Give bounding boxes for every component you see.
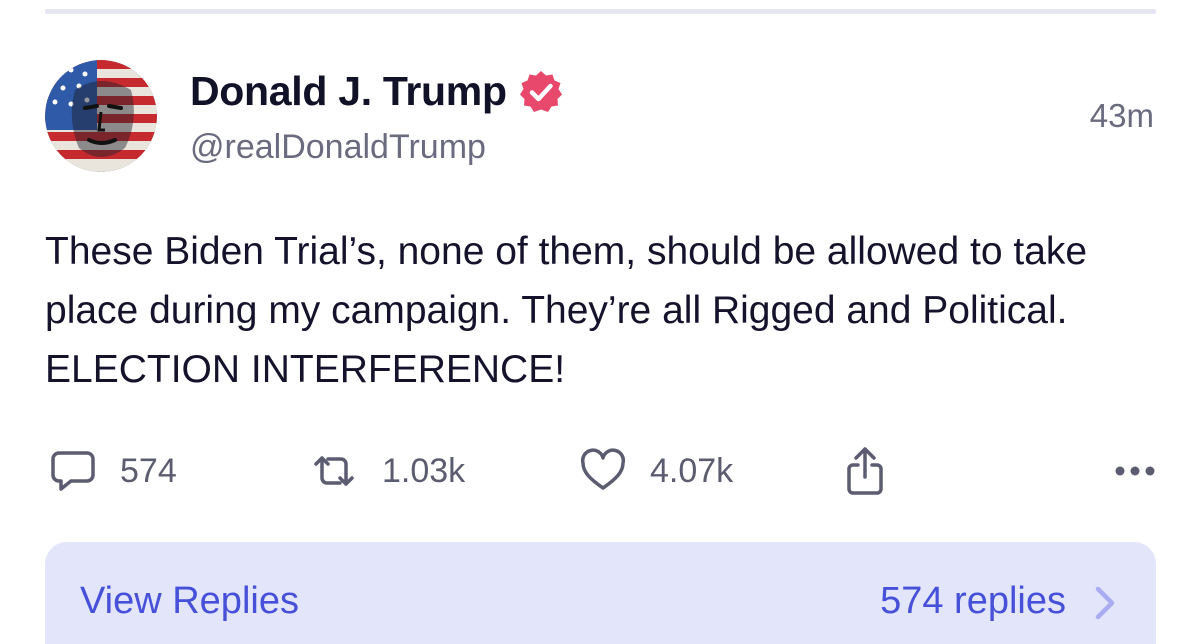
post-text: These Biden Trial’s, none of them, shoul… <box>45 230 1088 391</box>
view-replies-bar[interactable]: View Replies 574 replies <box>45 542 1156 644</box>
share-upload-icon <box>847 447 883 495</box>
speech-bubble-icon <box>51 451 95 491</box>
like-button[interactable]: 4.07k <box>580 440 733 502</box>
chevron-right-icon <box>1095 586 1115 620</box>
view-replies-label: View Replies <box>80 580 299 622</box>
post-timestamp: 43m <box>1089 97 1154 134</box>
more-options-button[interactable] <box>1114 440 1156 502</box>
repost-arrows-icon <box>314 456 354 486</box>
top-divider <box>45 9 1156 14</box>
avatar[interactable] <box>45 60 157 172</box>
heart-icon <box>580 448 626 490</box>
reply-button[interactable]: 574 <box>50 440 177 502</box>
post-screen: Donald J. Trump @realDonaldTrump 43m The… <box>0 0 1200 644</box>
like-count: 4.07k <box>650 451 734 490</box>
view-replies-count: 574 replies <box>880 580 1066 622</box>
author-name-row[interactable]: Donald J. Trump <box>190 68 563 115</box>
avatar-image <box>45 60 157 172</box>
reply-count: 574 <box>120 451 177 490</box>
author-handle[interactable]: @realDonaldTrump <box>190 128 486 167</box>
repost-button[interactable]: 1.03k <box>310 440 465 502</box>
action-bar: 574 1.03k 4.07k <box>45 440 1156 502</box>
repost-count: 1.03k <box>382 451 466 490</box>
ellipsis-icon <box>1115 466 1155 476</box>
share-button[interactable] <box>845 440 885 502</box>
author-display-name[interactable]: Donald J. Trump <box>190 68 507 115</box>
verified-badge-icon <box>519 70 562 112</box>
